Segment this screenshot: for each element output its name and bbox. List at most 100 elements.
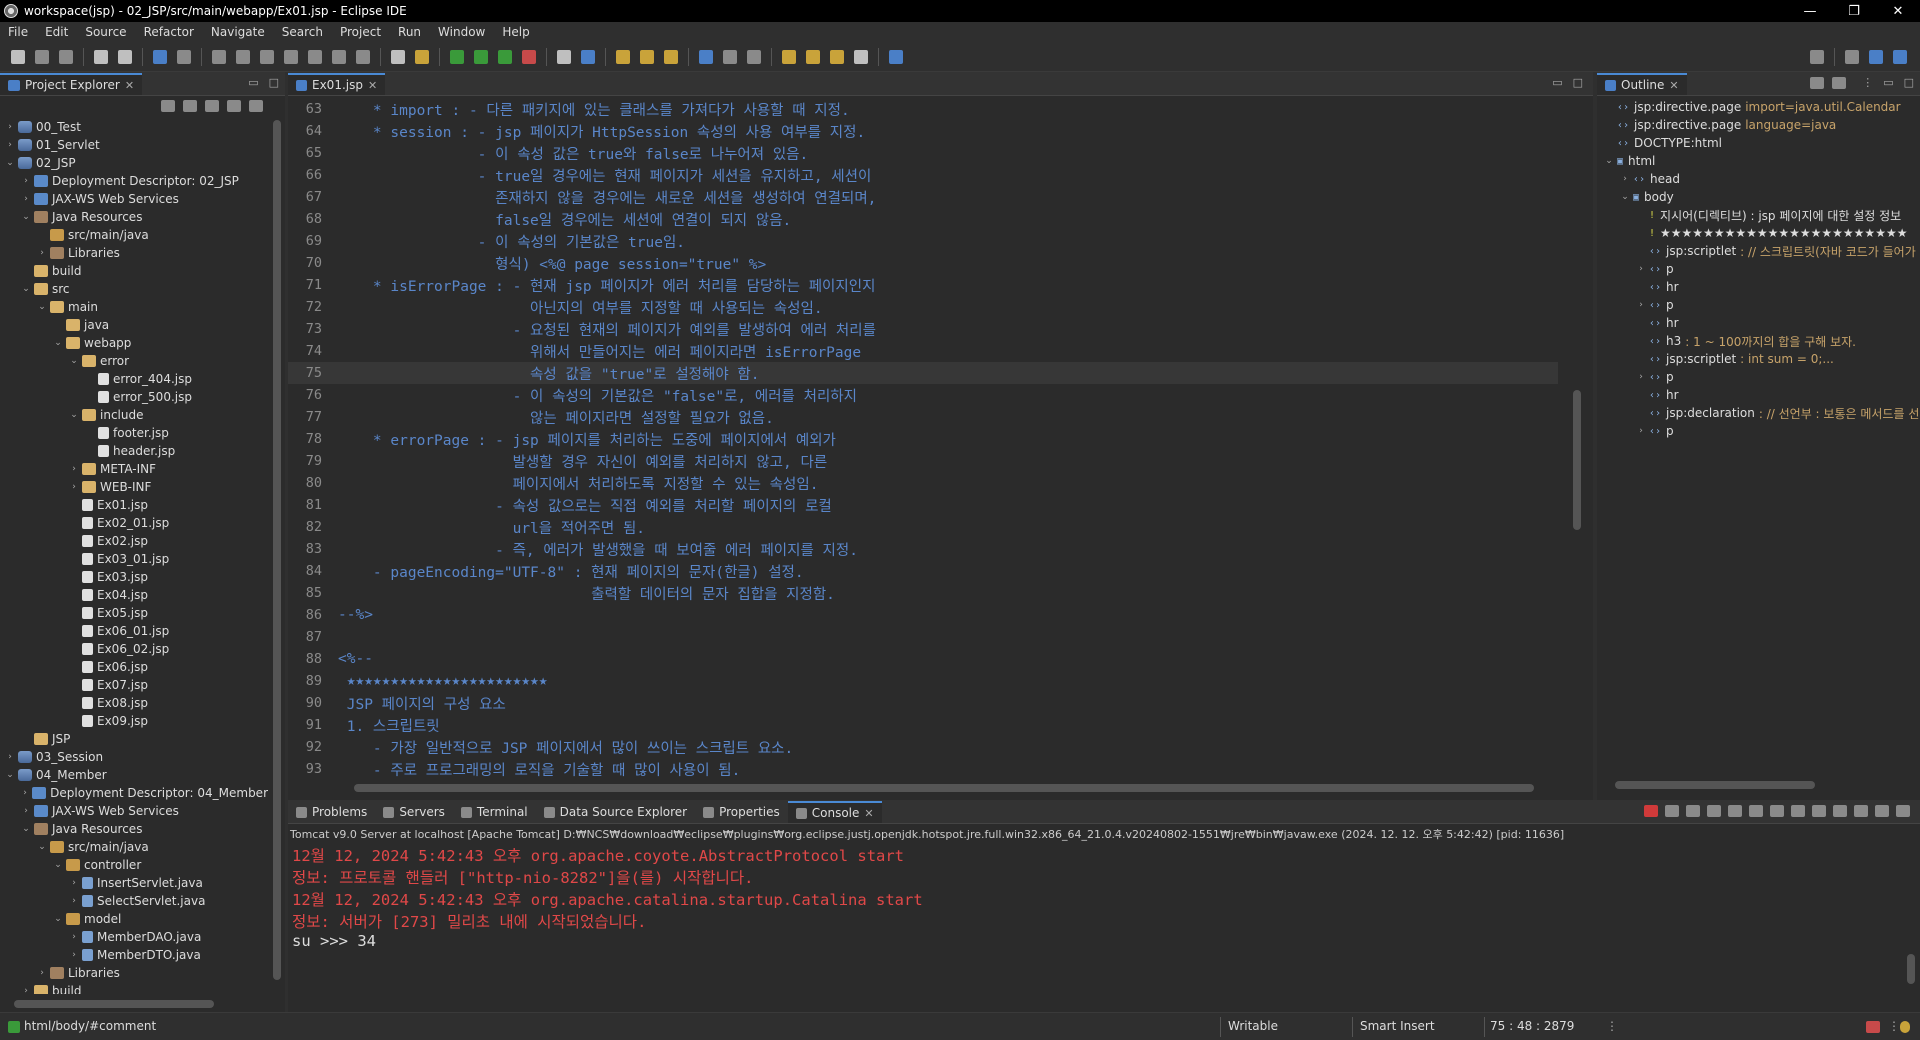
outline-item[interactable]: ! 지시어(디렉티브) : jsp 페이지에 대한 설정 정보 [1597, 206, 1920, 224]
new-server-icon[interactable] [557, 49, 571, 64]
next-annotation-icon[interactable] [806, 49, 820, 64]
chevron-down-icon[interactable]: ⌄ [52, 338, 64, 348]
tree-item[interactable]: › WEB-INF [0, 478, 268, 496]
tips-icon[interactable] [1900, 1021, 1910, 1033]
tree-item[interactable]: Ex02_01.jsp [0, 514, 268, 532]
tree-item[interactable]: › InsertServlet.java [0, 874, 268, 892]
tree-item[interactable]: › 01_Servlet [0, 136, 268, 154]
resume-icon[interactable] [212, 49, 226, 64]
tree-item[interactable]: ⌄ model [0, 910, 268, 928]
chevron-right-icon[interactable]: › [68, 878, 80, 888]
chevron-right-icon[interactable]: › [1619, 174, 1631, 184]
tree-item[interactable]: Ex06_02.jsp [0, 640, 268, 658]
stop-icon[interactable] [260, 49, 274, 64]
view-menu-icon[interactable]: ⋮ [1862, 76, 1873, 89]
remove-launch-icon[interactable] [1665, 805, 1679, 817]
maximize-view-icon[interactable]: □ [269, 76, 279, 89]
outline-item[interactable]: ‹› jsp:declaration: // 선언부 : 보통은 메서드를 선 [1597, 404, 1920, 422]
debug-perspective-icon[interactable] [1893, 49, 1907, 64]
menu-item-edit[interactable]: Edit [45, 25, 68, 39]
coverage-icon[interactable] [498, 49, 512, 64]
menu-item-file[interactable]: File [8, 25, 28, 39]
collapse-all-icon[interactable] [161, 100, 175, 112]
run-icon[interactable] [474, 49, 488, 64]
outline-item[interactable]: ‹› jsp:scriptlet: int sum = 0;... [1597, 350, 1920, 368]
tree-item[interactable]: › Deployment Descriptor: 04_Member [0, 784, 268, 802]
chevron-right-icon[interactable]: › [68, 482, 80, 492]
tree-item[interactable]: JSP [0, 730, 268, 748]
tab-outline[interactable]: Outline ✕ [1597, 73, 1687, 95]
tree-item[interactable]: Ex03.jsp [0, 568, 268, 586]
menu-item-source[interactable]: Source [85, 25, 126, 39]
tree-item[interactable]: › Libraries [0, 244, 268, 262]
minimize-view-icon[interactable]: ▭ [1883, 76, 1893, 89]
tree-item[interactable]: › Deployment Descriptor: 02_JSP [0, 172, 268, 190]
search-icon[interactable] [1810, 49, 1824, 64]
outline-item[interactable]: › ‹› p [1597, 422, 1920, 440]
outline-item[interactable]: ‹› hr [1597, 278, 1920, 296]
tab-problems[interactable]: Problems [288, 801, 375, 823]
view-menu-icon[interactable] [249, 100, 263, 112]
chevron-right-icon[interactable]: › [36, 248, 48, 258]
chevron-right-icon[interactable]: › [68, 932, 80, 942]
chevron-down-icon[interactable]: ⌄ [36, 302, 48, 312]
explorer-vertical-scrollbar[interactable] [271, 118, 283, 998]
show-on-stdout-icon[interactable] [1770, 805, 1784, 817]
outline-item[interactable]: ⌄ ▣ body [1597, 188, 1920, 206]
outline-item[interactable]: ‹› hr [1597, 386, 1920, 404]
tree-item[interactable]: ⌄ webapp [0, 334, 268, 352]
search-tool-icon[interactable] [664, 49, 678, 64]
tree-item[interactable]: Ex03_01.jsp [0, 550, 268, 568]
close-icon[interactable]: ✕ [864, 807, 873, 820]
tree-item[interactable]: footer.jsp [0, 424, 268, 442]
show-on-stderr-icon[interactable] [1791, 805, 1805, 817]
outline-item[interactable]: ‹› DOCTYPE:html [1597, 134, 1920, 152]
tree-item[interactable]: › 03_Session [0, 748, 268, 766]
menu-item-run[interactable]: Run [398, 25, 421, 39]
tab-project-explorer[interactable]: Project Explorer ✕ [0, 73, 143, 95]
back-icon[interactable] [830, 49, 844, 64]
chevron-right-icon[interactable]: › [1635, 264, 1647, 274]
editor-vertical-scrollbar[interactable] [1569, 98, 1585, 778]
chevron-down-icon[interactable]: ⌄ [1619, 192, 1631, 202]
open-task-icon[interactable] [640, 49, 654, 64]
tree-item[interactable]: Ex05.jsp [0, 604, 268, 622]
tree-item[interactable]: ⌄ Java Resources [0, 820, 268, 838]
tree-item[interactable]: ⌄ 04_Member [0, 766, 268, 784]
tab-terminal[interactable]: Terminal [453, 801, 536, 823]
editor-horizontal-scrollbar[interactable] [348, 780, 1558, 796]
globe-icon[interactable] [699, 49, 713, 64]
menu-item-window[interactable]: Window [438, 25, 485, 39]
chevron-right-icon[interactable]: › [20, 986, 32, 994]
chevron-right-icon[interactable]: › [20, 176, 32, 186]
tree-item[interactable]: ⌄ controller [0, 856, 268, 874]
minimize-view-icon[interactable]: ▭ [1552, 76, 1562, 89]
maximize-view-icon[interactable] [1896, 805, 1910, 817]
step-return-icon[interactable] [356, 49, 370, 64]
chevron-right-icon[interactable]: › [68, 950, 80, 960]
open-console-icon[interactable] [1854, 805, 1868, 817]
tree-item[interactable]: › SelectServlet.java [0, 892, 268, 910]
chevron-right-icon[interactable]: › [20, 788, 30, 798]
status-menu-icon[interactable]: ⋮ [1606, 1019, 1618, 1033]
close-icon[interactable]: ✕ [1669, 79, 1678, 92]
new-icon[interactable] [11, 49, 25, 64]
web-browser-icon[interactable] [581, 49, 595, 64]
tree-item[interactable]: ⌄ src/main/java [0, 838, 268, 856]
tree-item[interactable]: error_404.jsp [0, 370, 268, 388]
outline-item[interactable]: ‹› jsp:directive.page import=java.util.Cal… [1597, 98, 1920, 116]
chevron-down-icon[interactable]: ⌄ [68, 410, 80, 420]
maximize-view-icon[interactable]: □ [1573, 76, 1583, 89]
tree-item[interactable]: ⌄ 02_JSP [0, 154, 268, 172]
chevron-down-icon[interactable]: ⌄ [20, 284, 32, 294]
outline-item[interactable]: ‹› h3: 1 ~ 100까지의 합을 구해 보자. [1597, 332, 1920, 350]
save-icon[interactable] [35, 49, 49, 64]
chevron-down-icon[interactable]: ⌄ [52, 860, 64, 870]
chevron-down-icon[interactable]: ⌄ [52, 914, 64, 924]
maximize-view-icon[interactable]: □ [1904, 76, 1914, 89]
code-editor[interactable]: 63 * import : - 다른 패키지에 있는 클래스를 가져다가 사용할… [288, 98, 1558, 779]
tree-item[interactable]: › JAX-WS Web Services [0, 190, 268, 208]
perspective-icon[interactable] [1845, 49, 1859, 64]
toggle-icon[interactable] [391, 49, 405, 64]
tab-ex01-jsp[interactable]: Ex01.jsp ✕ [288, 73, 386, 95]
